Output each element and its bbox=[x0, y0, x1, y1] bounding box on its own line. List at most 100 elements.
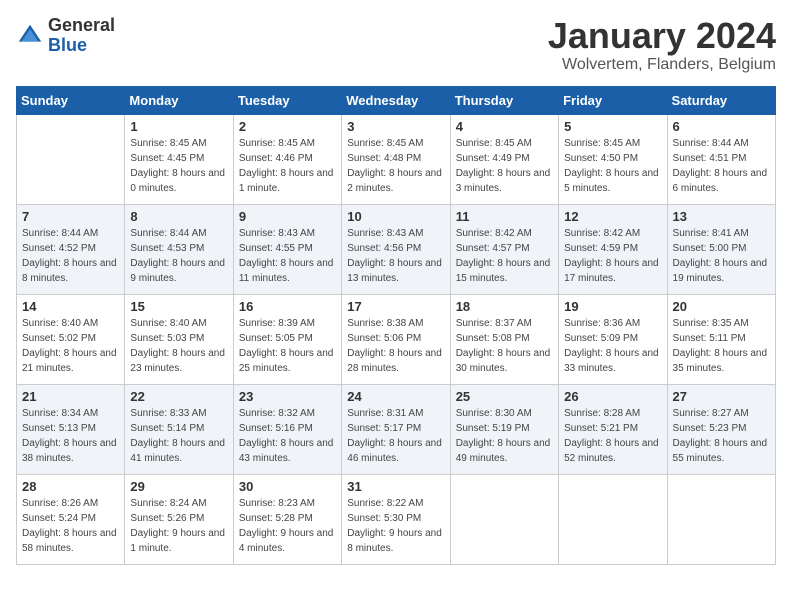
day-info: Sunrise: 8:44 AMSunset: 4:51 PMDaylight:… bbox=[673, 136, 770, 196]
calendar-cell: 9 Sunrise: 8:43 AMSunset: 4:55 PMDayligh… bbox=[233, 204, 341, 294]
day-info: Sunrise: 8:38 AMSunset: 5:06 PMDaylight:… bbox=[347, 316, 444, 376]
weekday-header: Sunday bbox=[17, 86, 125, 114]
calendar-cell: 20 Sunrise: 8:35 AMSunset: 5:11 PMDaylig… bbox=[667, 294, 775, 384]
day-number: 8 bbox=[130, 209, 227, 224]
day-number: 11 bbox=[456, 209, 553, 224]
day-number: 27 bbox=[673, 389, 770, 404]
calendar-cell: 25 Sunrise: 8:30 AMSunset: 5:19 PMDaylig… bbox=[450, 384, 558, 474]
calendar-cell: 26 Sunrise: 8:28 AMSunset: 5:21 PMDaylig… bbox=[559, 384, 667, 474]
logo: General Blue bbox=[16, 16, 115, 56]
day-number: 4 bbox=[456, 119, 553, 134]
calendar-title: January 2024 bbox=[548, 16, 776, 56]
day-info: Sunrise: 8:45 AMSunset: 4:49 PMDaylight:… bbox=[456, 136, 553, 196]
day-info: Sunrise: 8:26 AMSunset: 5:24 PMDaylight:… bbox=[22, 496, 119, 556]
day-number: 5 bbox=[564, 119, 661, 134]
day-info: Sunrise: 8:45 AMSunset: 4:50 PMDaylight:… bbox=[564, 136, 661, 196]
calendar-week-row: 1 Sunrise: 8:45 AMSunset: 4:45 PMDayligh… bbox=[17, 114, 776, 204]
day-info: Sunrise: 8:31 AMSunset: 5:17 PMDaylight:… bbox=[347, 406, 444, 466]
calendar-week-row: 7 Sunrise: 8:44 AMSunset: 4:52 PMDayligh… bbox=[17, 204, 776, 294]
calendar-cell: 11 Sunrise: 8:42 AMSunset: 4:57 PMDaylig… bbox=[450, 204, 558, 294]
calendar-week-row: 28 Sunrise: 8:26 AMSunset: 5:24 PMDaylig… bbox=[17, 474, 776, 564]
day-info: Sunrise: 8:32 AMSunset: 5:16 PMDaylight:… bbox=[239, 406, 336, 466]
day-number: 21 bbox=[22, 389, 119, 404]
weekday-header: Saturday bbox=[667, 86, 775, 114]
day-number: 15 bbox=[130, 299, 227, 314]
day-number: 19 bbox=[564, 299, 661, 314]
day-info: Sunrise: 8:33 AMSunset: 5:14 PMDaylight:… bbox=[130, 406, 227, 466]
page-header: General Blue January 2024 Wolvertem, Fla… bbox=[16, 16, 776, 74]
day-info: Sunrise: 8:36 AMSunset: 5:09 PMDaylight:… bbox=[564, 316, 661, 376]
day-number: 6 bbox=[673, 119, 770, 134]
logo-text: General Blue bbox=[48, 16, 115, 56]
day-info: Sunrise: 8:27 AMSunset: 5:23 PMDaylight:… bbox=[673, 406, 770, 466]
day-info: Sunrise: 8:40 AMSunset: 5:02 PMDaylight:… bbox=[22, 316, 119, 376]
day-info: Sunrise: 8:45 AMSunset: 4:48 PMDaylight:… bbox=[347, 136, 444, 196]
day-number: 23 bbox=[239, 389, 336, 404]
day-info: Sunrise: 8:40 AMSunset: 5:03 PMDaylight:… bbox=[130, 316, 227, 376]
calendar-cell: 7 Sunrise: 8:44 AMSunset: 4:52 PMDayligh… bbox=[17, 204, 125, 294]
day-number: 28 bbox=[22, 479, 119, 494]
day-info: Sunrise: 8:30 AMSunset: 5:19 PMDaylight:… bbox=[456, 406, 553, 466]
calendar-cell: 12 Sunrise: 8:42 AMSunset: 4:59 PMDaylig… bbox=[559, 204, 667, 294]
weekday-header: Tuesday bbox=[233, 86, 341, 114]
calendar-cell: 17 Sunrise: 8:38 AMSunset: 5:06 PMDaylig… bbox=[342, 294, 450, 384]
day-number: 22 bbox=[130, 389, 227, 404]
day-number: 13 bbox=[673, 209, 770, 224]
calendar-cell: 8 Sunrise: 8:44 AMSunset: 4:53 PMDayligh… bbox=[125, 204, 233, 294]
day-number: 10 bbox=[347, 209, 444, 224]
day-number: 25 bbox=[456, 389, 553, 404]
weekday-header-row: SundayMondayTuesdayWednesdayThursdayFrid… bbox=[17, 86, 776, 114]
day-info: Sunrise: 8:39 AMSunset: 5:05 PMDaylight:… bbox=[239, 316, 336, 376]
calendar-cell: 4 Sunrise: 8:45 AMSunset: 4:49 PMDayligh… bbox=[450, 114, 558, 204]
day-info: Sunrise: 8:24 AMSunset: 5:26 PMDaylight:… bbox=[130, 496, 227, 556]
day-info: Sunrise: 8:41 AMSunset: 5:00 PMDaylight:… bbox=[673, 226, 770, 286]
title-block: January 2024 Wolvertem, Flanders, Belgiu… bbox=[548, 16, 776, 74]
day-number: 30 bbox=[239, 479, 336, 494]
calendar-cell: 14 Sunrise: 8:40 AMSunset: 5:02 PMDaylig… bbox=[17, 294, 125, 384]
day-number: 7 bbox=[22, 209, 119, 224]
calendar-cell: 27 Sunrise: 8:27 AMSunset: 5:23 PMDaylig… bbox=[667, 384, 775, 474]
calendar-cell: 5 Sunrise: 8:45 AMSunset: 4:50 PMDayligh… bbox=[559, 114, 667, 204]
day-info: Sunrise: 8:43 AMSunset: 4:56 PMDaylight:… bbox=[347, 226, 444, 286]
day-info: Sunrise: 8:45 AMSunset: 4:46 PMDaylight:… bbox=[239, 136, 336, 196]
calendar-cell: 1 Sunrise: 8:45 AMSunset: 4:45 PMDayligh… bbox=[125, 114, 233, 204]
calendar-cell bbox=[450, 474, 558, 564]
calendar-cell bbox=[559, 474, 667, 564]
calendar-cell bbox=[17, 114, 125, 204]
day-number: 12 bbox=[564, 209, 661, 224]
day-info: Sunrise: 8:44 AMSunset: 4:53 PMDaylight:… bbox=[130, 226, 227, 286]
calendar-cell: 10 Sunrise: 8:43 AMSunset: 4:56 PMDaylig… bbox=[342, 204, 450, 294]
calendar-week-row: 21 Sunrise: 8:34 AMSunset: 5:13 PMDaylig… bbox=[17, 384, 776, 474]
calendar-cell: 30 Sunrise: 8:23 AMSunset: 5:28 PMDaylig… bbox=[233, 474, 341, 564]
calendar-cell: 15 Sunrise: 8:40 AMSunset: 5:03 PMDaylig… bbox=[125, 294, 233, 384]
calendar-week-row: 14 Sunrise: 8:40 AMSunset: 5:02 PMDaylig… bbox=[17, 294, 776, 384]
calendar-cell: 2 Sunrise: 8:45 AMSunset: 4:46 PMDayligh… bbox=[233, 114, 341, 204]
day-info: Sunrise: 8:22 AMSunset: 5:30 PMDaylight:… bbox=[347, 496, 444, 556]
calendar-cell: 21 Sunrise: 8:34 AMSunset: 5:13 PMDaylig… bbox=[17, 384, 125, 474]
day-number: 16 bbox=[239, 299, 336, 314]
day-number: 1 bbox=[130, 119, 227, 134]
day-number: 31 bbox=[347, 479, 444, 494]
day-number: 9 bbox=[239, 209, 336, 224]
weekday-header: Wednesday bbox=[342, 86, 450, 114]
day-number: 14 bbox=[22, 299, 119, 314]
day-number: 24 bbox=[347, 389, 444, 404]
calendar-cell: 3 Sunrise: 8:45 AMSunset: 4:48 PMDayligh… bbox=[342, 114, 450, 204]
day-number: 3 bbox=[347, 119, 444, 134]
day-info: Sunrise: 8:35 AMSunset: 5:11 PMDaylight:… bbox=[673, 316, 770, 376]
day-info: Sunrise: 8:28 AMSunset: 5:21 PMDaylight:… bbox=[564, 406, 661, 466]
day-info: Sunrise: 8:45 AMSunset: 4:45 PMDaylight:… bbox=[130, 136, 227, 196]
day-number: 17 bbox=[347, 299, 444, 314]
calendar-cell: 6 Sunrise: 8:44 AMSunset: 4:51 PMDayligh… bbox=[667, 114, 775, 204]
day-info: Sunrise: 8:44 AMSunset: 4:52 PMDaylight:… bbox=[22, 226, 119, 286]
day-number: 20 bbox=[673, 299, 770, 314]
day-number: 29 bbox=[130, 479, 227, 494]
calendar-cell: 13 Sunrise: 8:41 AMSunset: 5:00 PMDaylig… bbox=[667, 204, 775, 294]
day-info: Sunrise: 8:23 AMSunset: 5:28 PMDaylight:… bbox=[239, 496, 336, 556]
day-number: 26 bbox=[564, 389, 661, 404]
calendar-cell: 22 Sunrise: 8:33 AMSunset: 5:14 PMDaylig… bbox=[125, 384, 233, 474]
day-info: Sunrise: 8:42 AMSunset: 4:57 PMDaylight:… bbox=[456, 226, 553, 286]
day-info: Sunrise: 8:34 AMSunset: 5:13 PMDaylight:… bbox=[22, 406, 119, 466]
calendar-subtitle: Wolvertem, Flanders, Belgium bbox=[548, 56, 776, 74]
calendar-cell: 24 Sunrise: 8:31 AMSunset: 5:17 PMDaylig… bbox=[342, 384, 450, 474]
